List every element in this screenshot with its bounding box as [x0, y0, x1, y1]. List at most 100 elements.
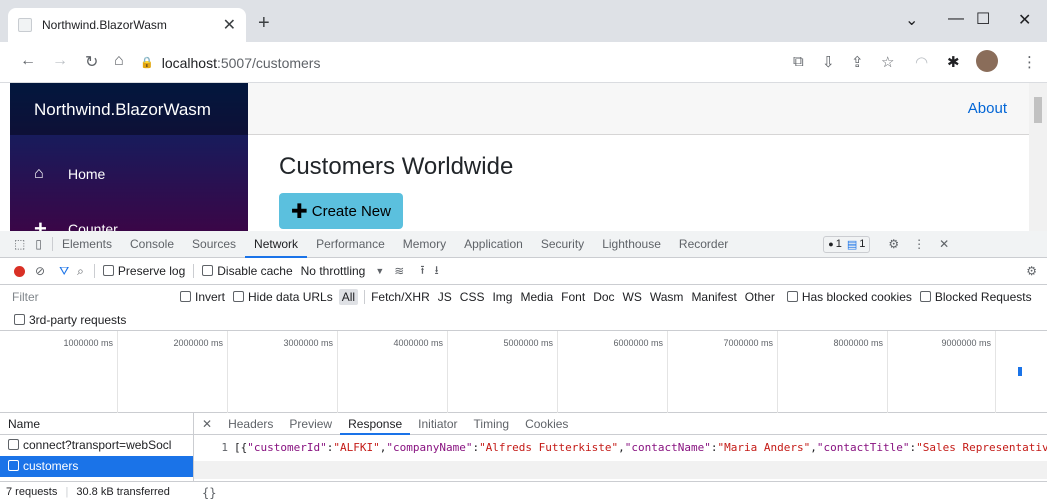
type-filter-img[interactable]: Img: [492, 290, 512, 304]
network-conditions-icon[interactable]: ≋: [394, 264, 404, 278]
devtools-tab-recorder[interactable]: Recorder: [670, 231, 737, 258]
type-filter-js[interactable]: JS: [438, 290, 452, 304]
type-filter-ws[interactable]: WS: [623, 290, 642, 304]
devtools-tab-console[interactable]: Console: [121, 231, 183, 258]
type-filter-font[interactable]: Font: [561, 290, 585, 304]
address-bar[interactable]: 🔒 localhost :5007/customers: [136, 48, 786, 77]
search-icon[interactable]: ⌕: [77, 264, 84, 279]
maximize-icon[interactable]: ☐: [976, 9, 990, 29]
close-devtools-icon[interactable]: ✕: [939, 237, 949, 251]
close-detail-icon[interactable]: ✕: [194, 413, 220, 435]
request-detail: ✕ Headers Preview Response Initiator Tim…: [194, 413, 1047, 503]
share-icon[interactable]: ⇪: [851, 53, 864, 71]
devtools-tab-security[interactable]: Security: [532, 231, 593, 258]
inspect-element-icon[interactable]: ⬚: [0, 237, 31, 251]
detail-tab-response[interactable]: Response: [340, 413, 411, 435]
type-filter-other[interactable]: Other: [745, 290, 775, 304]
devtools-panel: ⬚ ▯ Elements Console Sources Network Per…: [0, 231, 1047, 503]
filter-input[interactable]: Filter: [12, 290, 172, 304]
devtools-tab-performance[interactable]: Performance: [307, 231, 394, 258]
record-icon[interactable]: [14, 265, 25, 277]
request-row[interactable]: connect?transport=webSocl: [0, 435, 193, 456]
horizontal-scrollbar[interactable]: [194, 461, 1047, 479]
minimize-icon[interactable]: —: [948, 10, 964, 28]
extension-icon[interactable]: ◠: [915, 53, 928, 71]
devtools-tab-lighthouse[interactable]: Lighthouse: [593, 231, 670, 258]
timeline-tick-label: 6000000 ms: [613, 338, 663, 348]
import-har-icon[interactable]: ⭱: [420, 261, 424, 282]
open-in-icon[interactable]: ⧉: [793, 53, 804, 70]
detail-tab-timing[interactable]: Timing: [466, 413, 518, 435]
network-status-bar: 7 requests | 30.8 kB transferred: [0, 481, 194, 503]
browser-menu-icon[interactable]: ⋮: [1022, 53, 1037, 71]
detail-tab-initiator[interactable]: Initiator: [410, 413, 465, 435]
devtools-tab-network[interactable]: Network: [245, 231, 308, 258]
timeline-tick-label: 5000000 ms: [503, 338, 553, 348]
clear-icon[interactable]: ⊘: [35, 264, 45, 278]
request-row[interactable]: customers: [0, 456, 193, 477]
detail-tab-headers[interactable]: Headers: [220, 413, 281, 435]
filter-funnel-icon[interactable]: ⛛: [59, 264, 69, 279]
type-filter-fetch-xhr[interactable]: Fetch/XHR: [364, 290, 430, 304]
devtools-tab-memory[interactable]: Memory: [394, 231, 455, 258]
network-toolbar: ⊘ ⛛ ⌕ Preserve log Disable cache No thro…: [0, 258, 1047, 285]
blocked-cookies-checkbox[interactable]: Has blocked cookies: [786, 290, 912, 304]
response-body[interactable]: 1 [{"customerId":"ALFKI","companyName":"A…: [194, 441, 1047, 461]
profile-avatar[interactable]: [976, 50, 998, 72]
devtools-tab-elements[interactable]: Elements: [53, 231, 121, 258]
create-new-button[interactable]: ✚ Create New: [279, 193, 403, 229]
settings-gear-icon[interactable]: ⚙: [888, 237, 899, 251]
request-list-header[interactable]: Name: [0, 413, 193, 435]
install-icon[interactable]: ⇩: [822, 53, 835, 71]
type-filter-manifest[interactable]: Manifest: [691, 290, 736, 304]
network-overview-timeline[interactable]: 1000000 ms 2000000 ms 3000000 ms 4000000…: [0, 331, 1047, 413]
page-scrollbar[interactable]: [1029, 83, 1047, 231]
app-brand[interactable]: Northwind.BlazorWasm: [10, 83, 248, 135]
export-har-icon[interactable]: ⭳: [435, 261, 439, 282]
reload-icon[interactable]: ↻: [85, 52, 98, 72]
detail-tab-preview[interactable]: Preview: [281, 413, 340, 435]
close-window-icon[interactable]: ✕: [1018, 10, 1031, 30]
type-filter-all[interactable]: All: [338, 289, 359, 305]
preserve-log-checkbox[interactable]: Preserve log: [93, 264, 185, 278]
home-icon: ⌂: [34, 165, 44, 182]
devtools-tab-application[interactable]: Application: [455, 231, 532, 258]
type-filter-media[interactable]: Media: [520, 290, 553, 304]
browser-tab[interactable]: Northwind.BlazorWasm ✕: [8, 8, 246, 42]
app-top-row: About: [248, 83, 1029, 135]
url-path: :5007/customers: [216, 54, 321, 71]
new-tab-icon[interactable]: +: [258, 13, 270, 33]
forward-icon[interactable]: →: [52, 52, 68, 70]
type-filter-doc[interactable]: Doc: [593, 290, 614, 304]
throttling-select[interactable]: No throttling: [301, 264, 366, 278]
about-link[interactable]: About: [968, 100, 1007, 117]
devtools-tab-sources[interactable]: Sources: [183, 231, 245, 258]
close-tab-icon[interactable]: ✕: [223, 15, 236, 35]
extensions-puzzle-icon[interactable]: ✱: [947, 53, 960, 71]
disable-cache-checkbox[interactable]: Disable cache: [193, 264, 293, 278]
page-viewport: Northwind.BlazorWasm ⌂ Home + Counter Ab…: [0, 83, 1047, 231]
message-icon: ▤: [846, 238, 858, 251]
scrollbar-thumb[interactable]: [1034, 97, 1042, 123]
request-list: Name connect?transport=webSocl customers…: [0, 413, 194, 503]
nav-item-home[interactable]: ⌂ Home: [34, 165, 105, 183]
hide-data-urls-checkbox[interactable]: Hide data URLs: [233, 290, 333, 304]
timeline-tick-label: 2000000 ms: [173, 338, 223, 348]
devtools-menu-icon[interactable]: ⋮: [913, 237, 925, 251]
type-filter-wasm[interactable]: Wasm: [650, 290, 684, 304]
device-toolbar-icon[interactable]: ▯: [31, 237, 53, 251]
chevron-down-icon[interactable]: ▼: [375, 266, 384, 276]
issue-counters[interactable]: ● 1 ▤ 1: [823, 235, 871, 253]
blocked-requests-checkbox[interactable]: Blocked Requests: [919, 290, 1032, 304]
bookmark-star-icon[interactable]: ☆: [881, 53, 894, 71]
nav-item-counter[interactable]: + Counter: [34, 216, 118, 231]
back-icon[interactable]: ←: [20, 52, 36, 70]
type-filter-css[interactable]: CSS: [460, 290, 485, 304]
network-settings-icon[interactable]: ⚙: [1026, 264, 1037, 278]
invert-checkbox[interactable]: Invert: [180, 290, 225, 304]
tab-search-icon[interactable]: ⌄: [905, 10, 918, 30]
home-button-icon[interactable]: ⌂: [114, 52, 124, 70]
detail-tab-cookies[interactable]: Cookies: [517, 413, 576, 435]
pretty-print-button[interactable]: {}: [194, 481, 1047, 503]
third-party-checkbox[interactable]: 3rd-party requests: [14, 313, 126, 327]
